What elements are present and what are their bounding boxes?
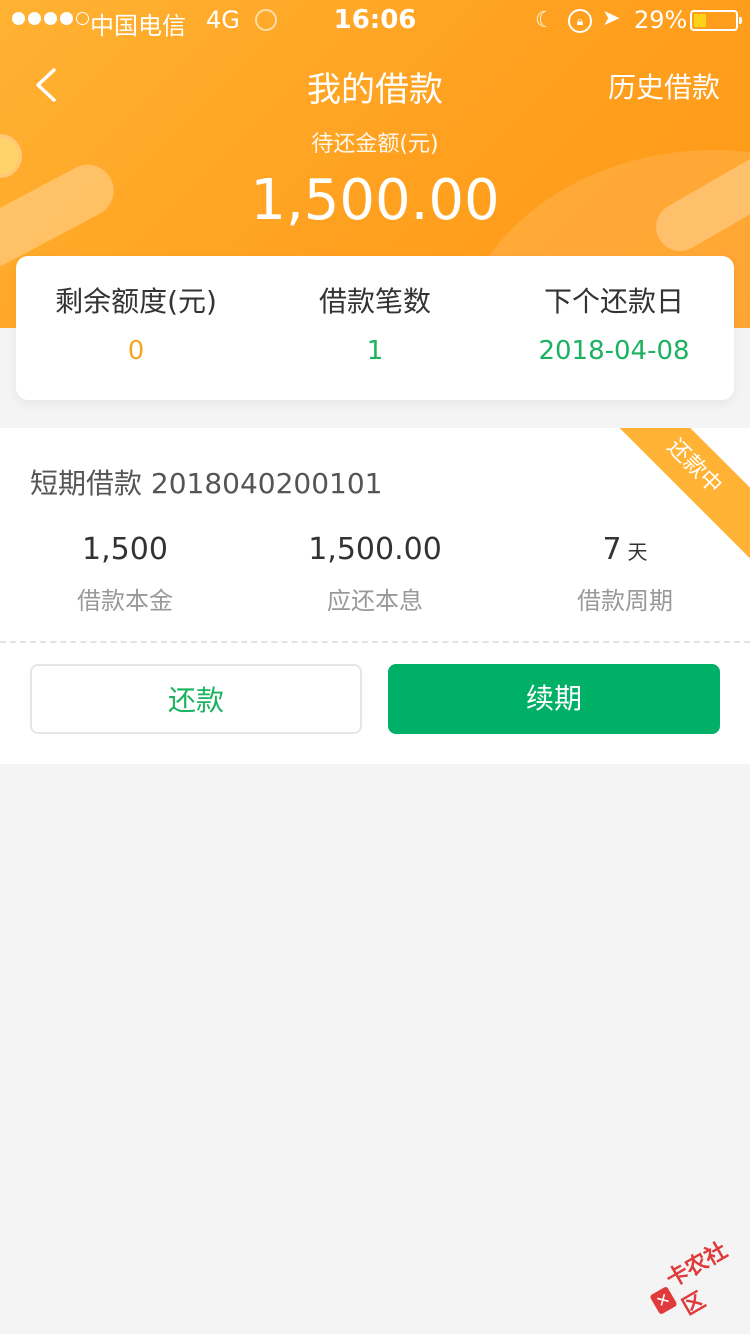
dashed-divider (0, 641, 750, 643)
payable-stat: 1,500.00 应还本息 (250, 532, 500, 616)
period-stat: 7天 借款周期 (500, 532, 750, 616)
battery-percent: 29% (634, 6, 688, 34)
due-amount-label: 待还金额(元) (311, 132, 439, 157)
loan-title: 短期借款 2018040200101 (30, 467, 383, 500)
payable-label: 应还本息 (327, 587, 423, 615)
due-amount-value: 1,500.00 (250, 168, 500, 233)
period-unit: 天 (627, 540, 648, 564)
next-due-date: 下个还款日 2018-04-08 (494, 256, 734, 400)
principal-value: 1,500 (82, 532, 168, 567)
remaining-quota: 剩余额度(元) 0 (16, 256, 256, 400)
history-loans-link[interactable]: 历史借款 (608, 66, 720, 106)
remaining-quota-label: 剩余额度(元) (55, 285, 217, 318)
rotation-lock-icon: 🔒︎ (568, 9, 592, 33)
loan-count-value: 1 (366, 336, 384, 366)
repay-button[interactable]: 还款 (30, 664, 362, 734)
next-due-label: 下个还款日 (543, 285, 684, 318)
principal-label: 借款本金 (77, 587, 173, 615)
next-due-value: 2018-04-08 (538, 336, 690, 366)
do-not-disturb-icon: ☾ (535, 8, 555, 33)
period-value: 7 (602, 532, 622, 567)
payable-value: 1,500.00 (308, 532, 442, 567)
principal-stat: 1,500 借款本金 (0, 532, 250, 616)
loan-summary-card: 剩余额度(元) 0 借款笔数 1 下个还款日 2018-04-08 (16, 256, 734, 400)
period-label: 借款周期 (577, 587, 673, 615)
status-bar: 中国电信 4G 16:06 ☾ 🔒︎ ➤ 29% (0, 0, 750, 40)
loan-count: 借款笔数 1 (255, 256, 495, 400)
loan-card: 短期借款 2018040200101 还款中 1,500 借款本金 1,500.… (0, 428, 750, 764)
renew-button[interactable]: 续期 (388, 664, 720, 734)
remaining-quota-value: 0 (127, 336, 145, 366)
battery-icon (690, 10, 742, 31)
watermark-logo: ✕ 卡农社区 (639, 1227, 750, 1333)
loan-count-label: 借款笔数 (318, 285, 431, 318)
location-arrow-icon: ➤ (602, 6, 621, 31)
